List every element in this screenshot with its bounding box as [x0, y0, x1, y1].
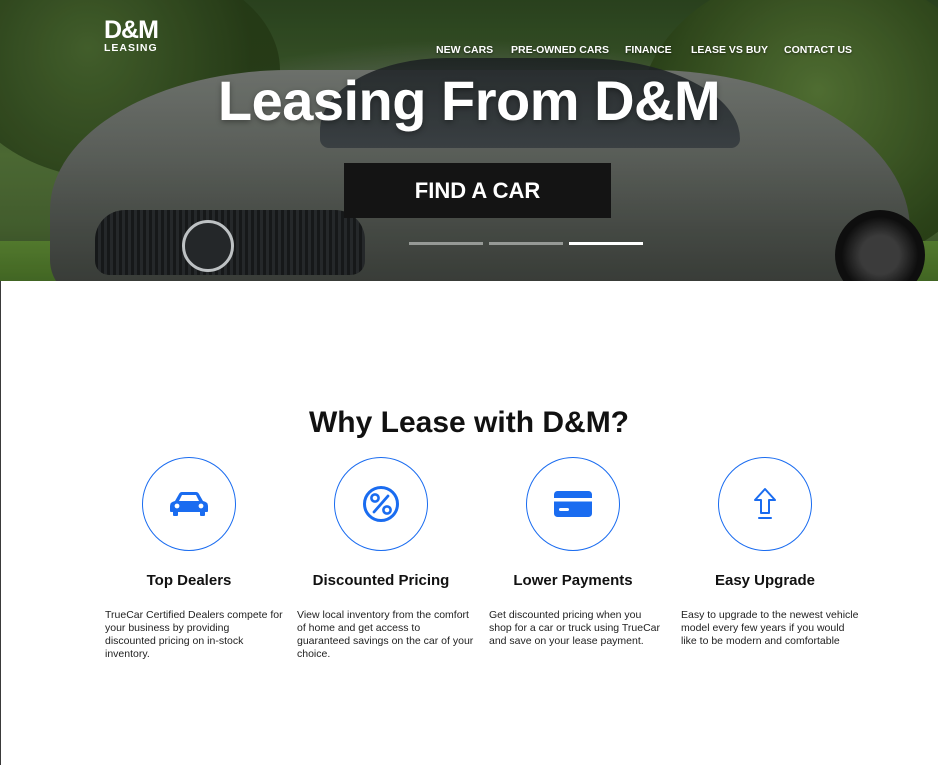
feature-description: View local inventory from the comfort of…: [297, 609, 474, 660]
page-left-border: [0, 281, 1, 765]
slider-dot-2[interactable]: [489, 242, 563, 245]
feature-title: Easy Upgrade: [714, 572, 816, 589]
nav-item-lease-vs-buy[interactable]: LEASE VS BUY: [691, 44, 768, 56]
find-a-car-button[interactable]: FIND A CAR: [344, 163, 611, 218]
slider-dot-3[interactable]: [569, 242, 643, 245]
credit-card-icon: [554, 491, 592, 517]
upgrade-arrow-icon: [754, 488, 776, 519]
feature-title: Lower Payments: [513, 572, 633, 589]
feature-icon-circle: [718, 457, 812, 551]
nav-item-pre-owned-cars[interactable]: PRE-OWNED CARS: [511, 44, 609, 56]
hero-title: Leasing From D&M: [217, 69, 721, 132]
car-icon: [170, 492, 208, 516]
nav-item-new-cars[interactable]: NEW CARS: [436, 44, 493, 56]
percent-icon: [363, 486, 399, 522]
feature-description: Get discounted pricing when you shop for…: [489, 609, 660, 647]
nav-item-finance[interactable]: FINANCE: [625, 44, 672, 56]
site-logo[interactable]: D&M LEASING: [104, 18, 160, 56]
nav-item-contact-us[interactable]: CONTACT US: [784, 44, 852, 56]
logo-subtitle: LEASING: [104, 42, 158, 54]
slider-dots: [409, 242, 643, 245]
feature-description: TrueCar Certified Dealers compete for yo…: [105, 609, 283, 660]
feature-icon-circle: [142, 457, 236, 551]
feature-icon-circle: [526, 457, 620, 551]
section-title: Why Lease with D&M?: [308, 406, 630, 439]
feature-icon-circle: [334, 457, 428, 551]
feature-description: Easy to upgrade to the newest vehicle mo…: [681, 609, 859, 647]
feature-title: Discounted Pricing: [312, 572, 450, 589]
slider-dot-1[interactable]: [409, 242, 483, 245]
hero-banner: D&M LEASING NEW CARS PRE-OWNED CARS FINA…: [0, 0, 938, 281]
feature-title: Top Dealers: [146, 572, 232, 589]
logo-mark: D&M: [104, 16, 159, 44]
